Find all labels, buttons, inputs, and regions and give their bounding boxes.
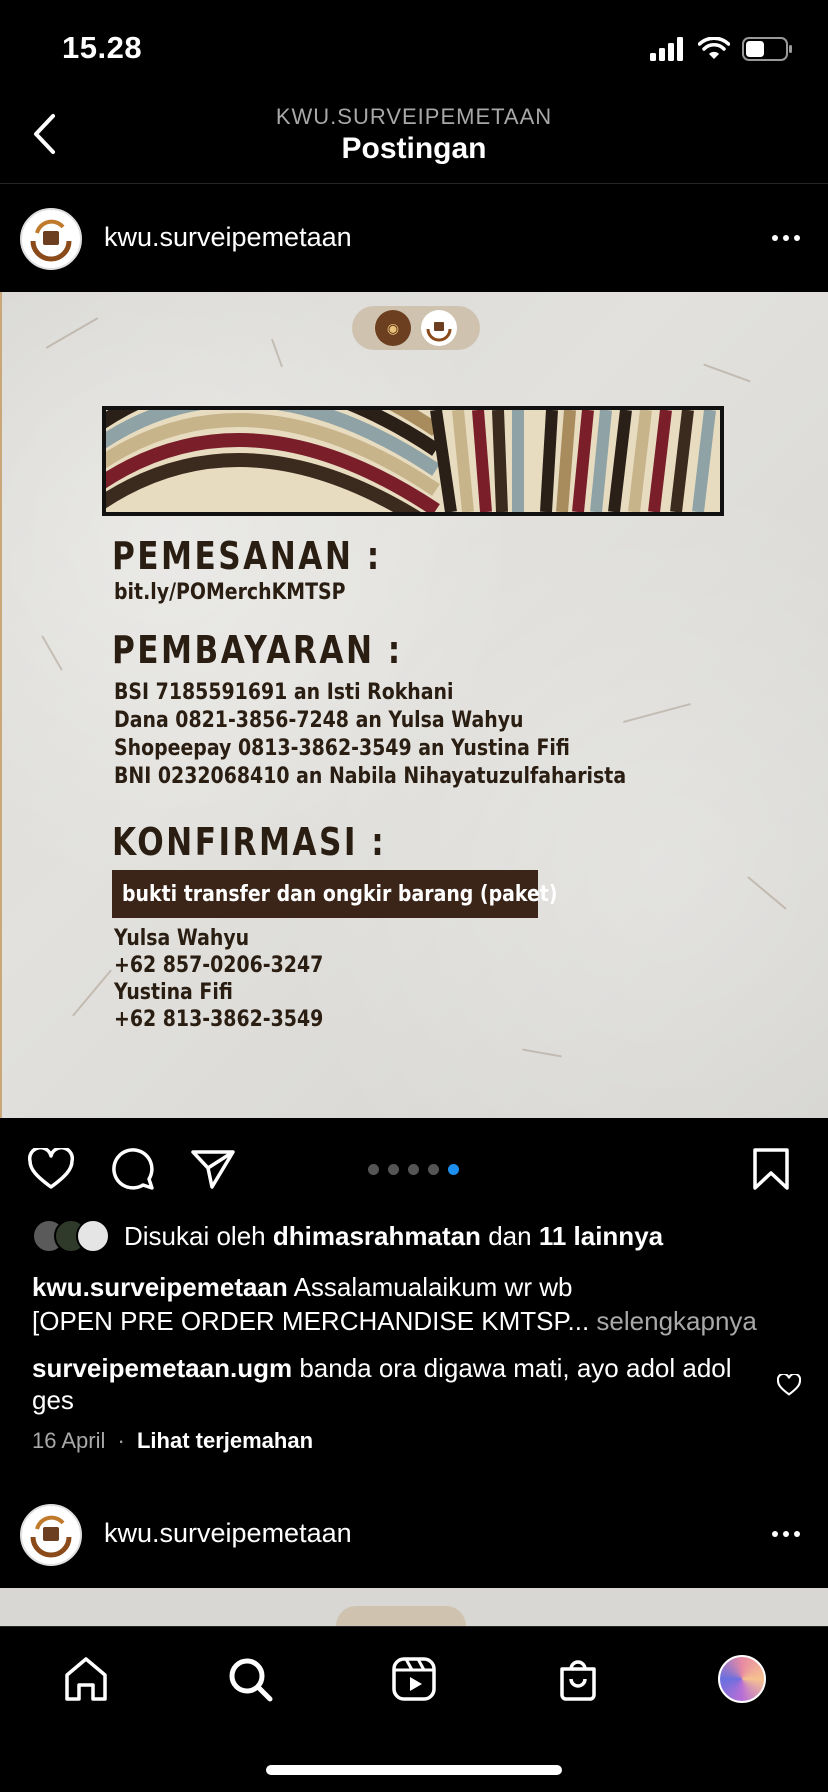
post-header: kwu.surveipemetaan — [0, 1482, 828, 1588]
order-heading: PEMESANAN : — [112, 534, 382, 578]
payment-line: BNI 0232068410 an Nabila Nihayatuzulfaha… — [114, 764, 627, 789]
caption-username[interactable]: kwu.surveipemetaan — [32, 1272, 288, 1302]
carousel-dot-active — [448, 1164, 459, 1175]
university-logo-icon: ◉ — [375, 310, 411, 346]
shop-icon — [560, 1660, 596, 1701]
likes-summary[interactable]: Disukai oleh dhimasrahmatan dan 11 lainn… — [32, 1216, 663, 1256]
comment-icon — [112, 1148, 154, 1190]
post-meta: 16 April · Lihat terjemahan — [32, 1428, 314, 1453]
sponsor-logos — [336, 1606, 466, 1628]
more-options-button[interactable] — [764, 1516, 808, 1552]
signal-icon — [650, 37, 686, 66]
payment-line: BSI 7185591691 an Isti Rokhani — [114, 680, 454, 705]
contact-line: +62 813-3862-3549 — [114, 1007, 324, 1032]
translate-link[interactable]: Lihat terjemahan — [137, 1428, 313, 1453]
tab-profile[interactable] — [712, 1649, 772, 1709]
comment-username[interactable]: surveipemetaan.ugm — [32, 1353, 292, 1383]
search-icon — [229, 1658, 273, 1702]
carousel-dot — [388, 1164, 399, 1175]
avatar[interactable] — [20, 208, 82, 270]
caption-text: [OPEN PRE ORDER MERCHANDISE KMTSP... — [32, 1306, 590, 1336]
post-header: kwu.surveipemetaan — [0, 186, 828, 292]
status-icons — [650, 36, 794, 67]
post-username[interactable]: kwu.surveipemetaan — [104, 222, 352, 253]
caption-text: Assalamualaikum wr wb — [293, 1272, 573, 1302]
comment-button[interactable] — [108, 1144, 158, 1194]
profile-avatar — [718, 1655, 766, 1703]
tab-home[interactable] — [56, 1649, 116, 1709]
status-bar: 15.28 — [0, 0, 828, 96]
post-image[interactable] — [0, 1588, 828, 1628]
home-indicator[interactable] — [266, 1765, 562, 1775]
carousel-indicator — [368, 1164, 459, 1175]
avatar — [76, 1219, 110, 1253]
confirm-heading: KONFIRMASI : — [112, 820, 387, 864]
comment: surveipemetaan.ugm banda ora digawa mati… — [32, 1352, 752, 1416]
likes-text: Disukai oleh dhimasrahmatan dan 11 lainn… — [124, 1220, 664, 1251]
post-actions — [0, 1130, 828, 1206]
more-horizontal-icon — [772, 1531, 778, 1537]
payment-heading: PEMBAYARAN : — [112, 628, 403, 672]
top-header: KWU.SURVEIPEMETAAN Postingan — [0, 96, 828, 184]
see-more-link[interactable]: selengkapnya — [596, 1306, 756, 1336]
carousel-dot — [428, 1164, 439, 1175]
tab-reels[interactable] — [384, 1649, 444, 1709]
contact-line: Yustina Fifi — [114, 980, 233, 1005]
payment-line: Dana 0821-3856-7248 an Yulsa Wahyu — [114, 708, 524, 733]
tab-shop[interactable] — [548, 1649, 608, 1709]
status-time: 15.28 — [62, 30, 143, 65]
brand-logo-icon — [28, 216, 74, 262]
post-image[interactable]: ◉ PEMESANAN: bit.ly/POMerchKMTSP PEMBAY… — [0, 292, 828, 1118]
brand-logo-icon — [421, 310, 457, 346]
bookmark-icon — [753, 1148, 789, 1190]
post-caption[interactable]: kwu.surveipemetaan Assalamualaikum wr wb… — [32, 1270, 802, 1338]
avatar[interactable] — [20, 1504, 82, 1566]
confirm-badge: bukti transfer dan ongkir barang (paket) — [112, 870, 557, 918]
post-username[interactable]: kwu.surveipemetaan — [104, 1518, 352, 1549]
carousel-dot — [408, 1164, 419, 1175]
carousel-dot — [368, 1164, 379, 1175]
liker-username[interactable]: dhimasrahmatan — [273, 1221, 481, 1251]
order-link: bit.ly/POMerchKMTSP — [114, 580, 346, 605]
battery-icon — [742, 36, 794, 67]
home-icon — [65, 1657, 107, 1701]
contact-line: +62 857-0206-3247 — [114, 953, 324, 978]
save-button[interactable] — [746, 1144, 796, 1194]
like-button[interactable] — [26, 1144, 76, 1194]
comment-like-button[interactable] — [774, 1370, 804, 1400]
sponsor-logos: ◉ — [352, 306, 480, 350]
brand-logo-icon — [28, 1512, 74, 1558]
likes-others[interactable]: 11 lainnya — [539, 1221, 663, 1251]
post-date: 16 April — [32, 1428, 106, 1453]
page-title: Postingan — [341, 132, 487, 165]
send-icon — [191, 1150, 235, 1189]
tab-search[interactable] — [220, 1649, 280, 1709]
more-horizontal-icon — [772, 235, 778, 241]
heart-icon — [777, 1374, 801, 1396]
share-button[interactable] — [188, 1144, 238, 1194]
payment-line: Shopeepay 0813-3862-3549 an Yustina Fifi — [114, 736, 570, 761]
bottom-tab-bar — [0, 1626, 828, 1792]
wifi-icon — [697, 36, 731, 66]
contact-line: Yulsa Wahyu — [114, 926, 250, 951]
more-options-button[interactable] — [764, 220, 808, 256]
heart-icon — [28, 1148, 74, 1189]
reels-icon — [392, 1657, 436, 1701]
decorative-banner — [102, 406, 724, 516]
header-subtitle: KWU.SURVEIPEMETAAN — [275, 104, 553, 129]
